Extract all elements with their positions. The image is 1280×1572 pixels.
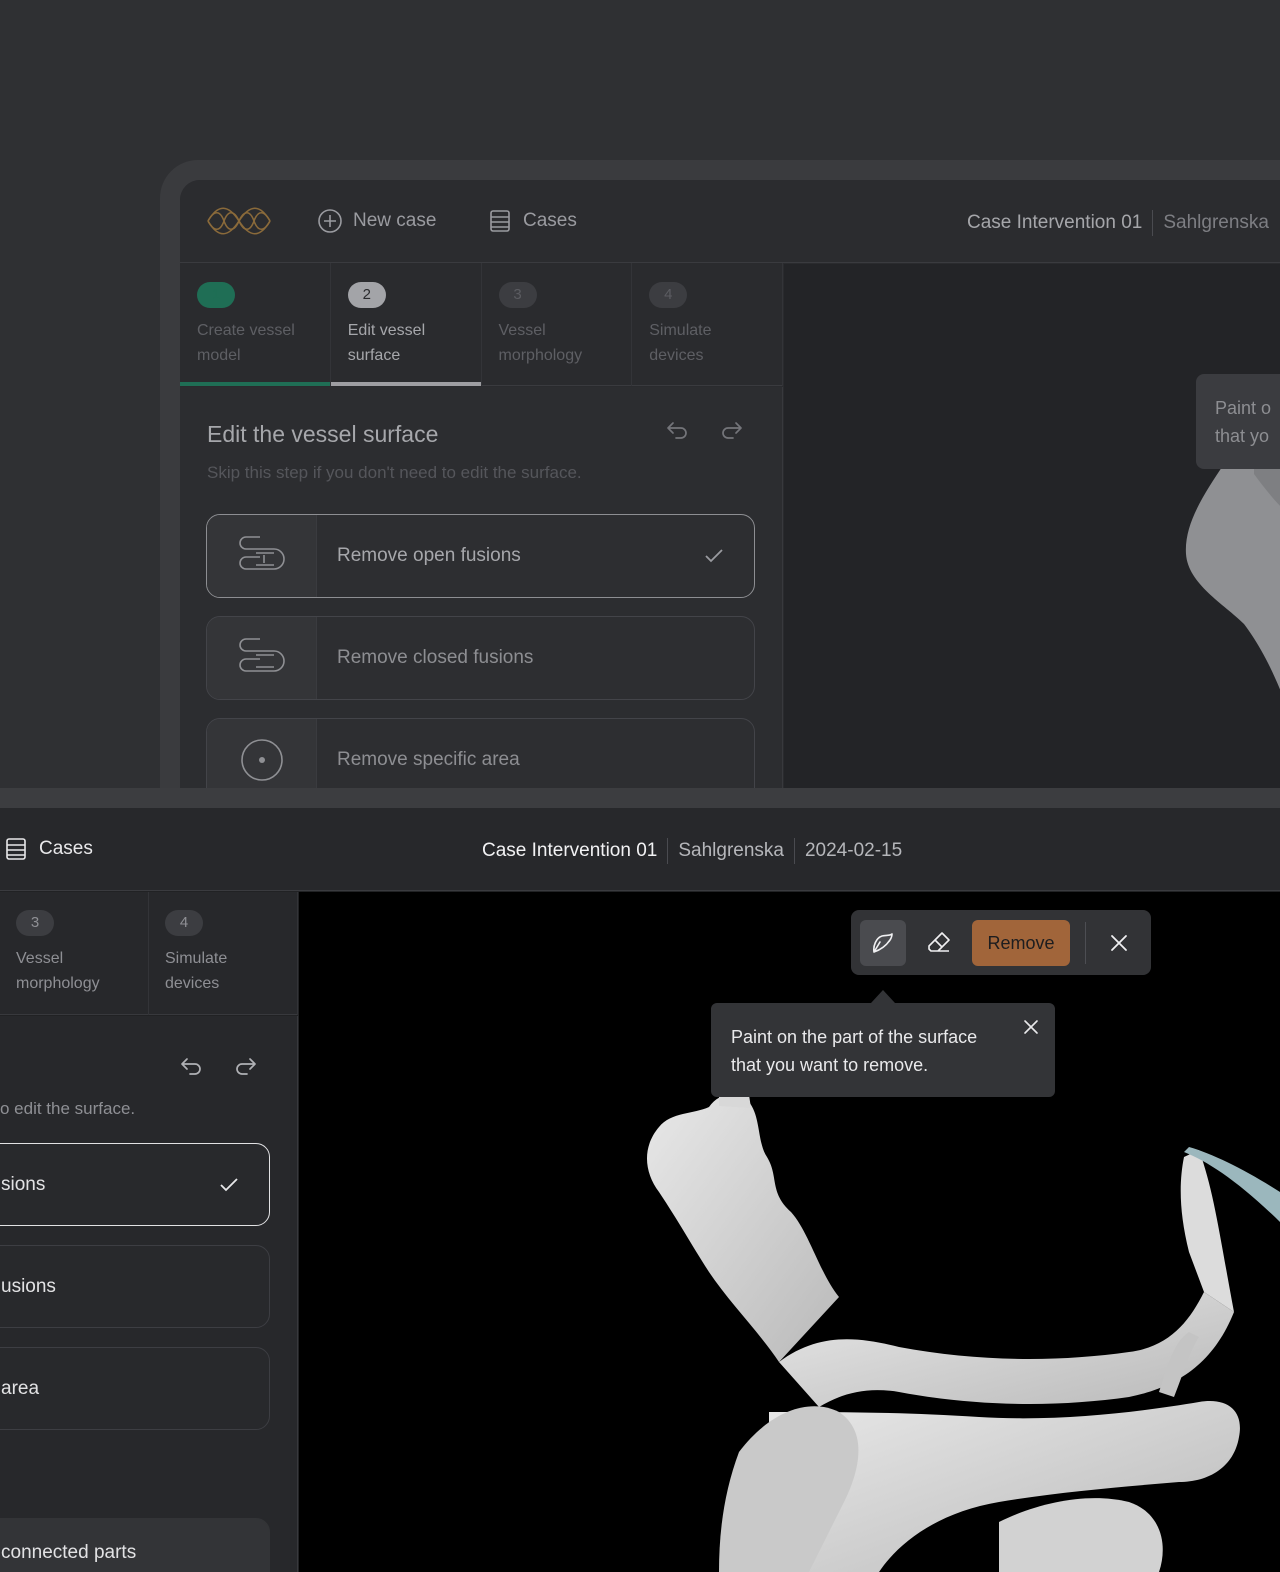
step-number: 4 xyxy=(649,282,688,308)
option-remove-open-fusions[interactable]: Remove open fusions xyxy=(206,514,755,598)
check-icon xyxy=(220,1178,238,1192)
app-header: Cases Case Intervention 01 Sahlgrenska 2… xyxy=(0,808,1280,891)
tooltip-line: Paint o xyxy=(1215,398,1272,418)
option-label: Remove open fusions xyxy=(337,545,521,566)
step-number: 4 xyxy=(165,910,203,936)
case-hospital: Sahlgrenska xyxy=(678,840,784,861)
cases-button[interactable]: Cases xyxy=(487,208,577,234)
target-icon xyxy=(207,719,317,790)
new-case-label: New case xyxy=(353,210,437,231)
app-header: New case Cases Case Intervention 01 Sahl… xyxy=(180,180,1280,263)
open-fusion-icon xyxy=(207,515,317,597)
close-icon xyxy=(1111,935,1127,951)
divider xyxy=(667,838,669,864)
edit-panel: Edit the vessel surface Skip this step i… xyxy=(180,387,783,790)
case-info: Case Intervention 01 Sahlgrenska xyxy=(967,210,1269,236)
close-toolbar-button[interactable] xyxy=(1096,920,1142,966)
redo-icon[interactable] xyxy=(233,1053,259,1079)
undo-icon[interactable] xyxy=(664,417,690,443)
paint-toolbar: Remove xyxy=(851,910,1151,975)
step-label: Vessel morphology xyxy=(498,322,583,364)
step-tab-edit-vessel-surface[interactable]: 2 Edit vessel surface xyxy=(330,263,482,386)
tooltip-line: that you want to remove. xyxy=(731,1055,929,1075)
redo-icon[interactable] xyxy=(719,417,745,443)
section-divider xyxy=(0,788,1280,808)
step-tabs: 3 Vessel morphology 4 Simulate devices xyxy=(0,892,298,1015)
close-icon[interactable] xyxy=(1023,1019,1039,1035)
panel-subtitle: Skip this step if you don't need to edit… xyxy=(207,463,582,482)
3d-viewer[interactable] xyxy=(299,892,1280,1572)
plus-circle-icon xyxy=(318,209,342,233)
tooltip-arrow xyxy=(871,990,895,1003)
toolbar-divider xyxy=(1085,922,1086,964)
step-label: Simulate devices xyxy=(649,322,712,364)
option-label: usions xyxy=(1,1275,56,1297)
panel-title: Edit the vessel surface xyxy=(207,421,439,447)
step-label: Create vessel model xyxy=(197,322,295,364)
step-tabs: 1 Create vessel model 2 Edit vessel surf… xyxy=(180,263,783,386)
option-label: Remove specific area xyxy=(337,749,520,770)
closed-fusion-icon xyxy=(207,617,317,699)
case-date: 2024-02-15 xyxy=(804,840,903,861)
eraser-icon xyxy=(928,932,950,952)
option-remove-closed-fusions[interactable]: usions xyxy=(0,1245,270,1328)
app-window-faded: New case Cases Case Intervention 01 Sahl… xyxy=(180,180,1280,790)
option-remove-disconnected-parts[interactable]: connected parts xyxy=(0,1518,270,1572)
brush-tool-button[interactable] xyxy=(860,920,906,966)
vessel-model[interactable] xyxy=(299,892,1280,1572)
divider xyxy=(793,838,795,864)
case-title: Case Intervention 01 xyxy=(482,840,658,861)
list-icon xyxy=(490,210,510,232)
new-case-button[interactable]: New case xyxy=(317,208,436,234)
case-title: Case Intervention 01 xyxy=(967,212,1143,233)
cases-label: Cases xyxy=(39,838,93,859)
paint-tooltip: Paint on the part of the surface that yo… xyxy=(711,1003,1055,1097)
cases-button[interactable]: Cases xyxy=(5,837,93,861)
step-number: 3 xyxy=(16,910,54,936)
edit-panel: o edit the surface. sions usions area co… xyxy=(0,1016,298,1572)
remove-label: Remove xyxy=(987,932,1055,953)
step-progress-bar xyxy=(330,382,481,386)
undo-icon[interactable] xyxy=(178,1053,204,1079)
option-label: Remove closed fusions xyxy=(337,647,534,668)
step-label: Edit vessel surface xyxy=(347,322,426,364)
option-remove-specific-area[interactable]: Remove specific area xyxy=(206,718,755,790)
step-progress-bar xyxy=(180,382,330,386)
panel-subtitle: o edit the surface. xyxy=(0,1099,136,1118)
step-number: 2 xyxy=(347,282,386,308)
tooltip-faded: Paint o that yo xyxy=(1196,374,1280,469)
remove-button[interactable]: Remove xyxy=(972,920,1070,966)
case-hospital: Sahlgrenska xyxy=(1163,212,1269,233)
step-tab-vessel-morphology[interactable]: 3 Vessel morphology xyxy=(482,263,633,386)
3d-viewer-faded xyxy=(784,264,1280,790)
case-info: Case Intervention 01 Sahlgrenska 2024-02… xyxy=(482,838,902,864)
step-label: Simulate devices xyxy=(165,950,228,992)
divider xyxy=(1152,210,1154,236)
tooltip-line: that yo xyxy=(1215,426,1270,446)
step-tab-simulate-devices[interactable]: 4 Simulate devices xyxy=(149,892,298,1015)
step-tab-simulate-devices[interactable]: 4 Simulate devices xyxy=(632,263,783,386)
step-label: Vessel morphology xyxy=(16,950,100,992)
option-label: area xyxy=(1,1377,40,1399)
option-label: sions xyxy=(1,1173,46,1195)
logo-icon xyxy=(207,207,271,235)
tooltip-line: Paint on the part of the surface xyxy=(731,1027,978,1047)
step-tab-vessel-morphology[interactable]: 3 Vessel morphology xyxy=(0,892,149,1015)
option-label: connected parts xyxy=(1,1542,137,1563)
step-tab-create-vessel-model[interactable]: 1 Create vessel model xyxy=(180,263,331,386)
cases-label: Cases xyxy=(523,210,577,231)
step-number: 1 xyxy=(197,282,235,308)
vessel-model-faded xyxy=(1185,439,1280,690)
list-icon xyxy=(6,838,26,860)
step-number: 3 xyxy=(498,282,537,308)
option-remove-specific-area[interactable]: area xyxy=(0,1347,270,1430)
brush-icon xyxy=(873,933,893,953)
top-preview: New case Cases Case Intervention 01 Sahl… xyxy=(0,0,1280,790)
check-icon xyxy=(705,549,723,563)
eraser-tool-button[interactable] xyxy=(916,920,962,966)
option-remove-closed-fusions[interactable]: Remove closed fusions xyxy=(206,616,755,700)
option-remove-open-fusions[interactable]: sions xyxy=(0,1143,270,1226)
